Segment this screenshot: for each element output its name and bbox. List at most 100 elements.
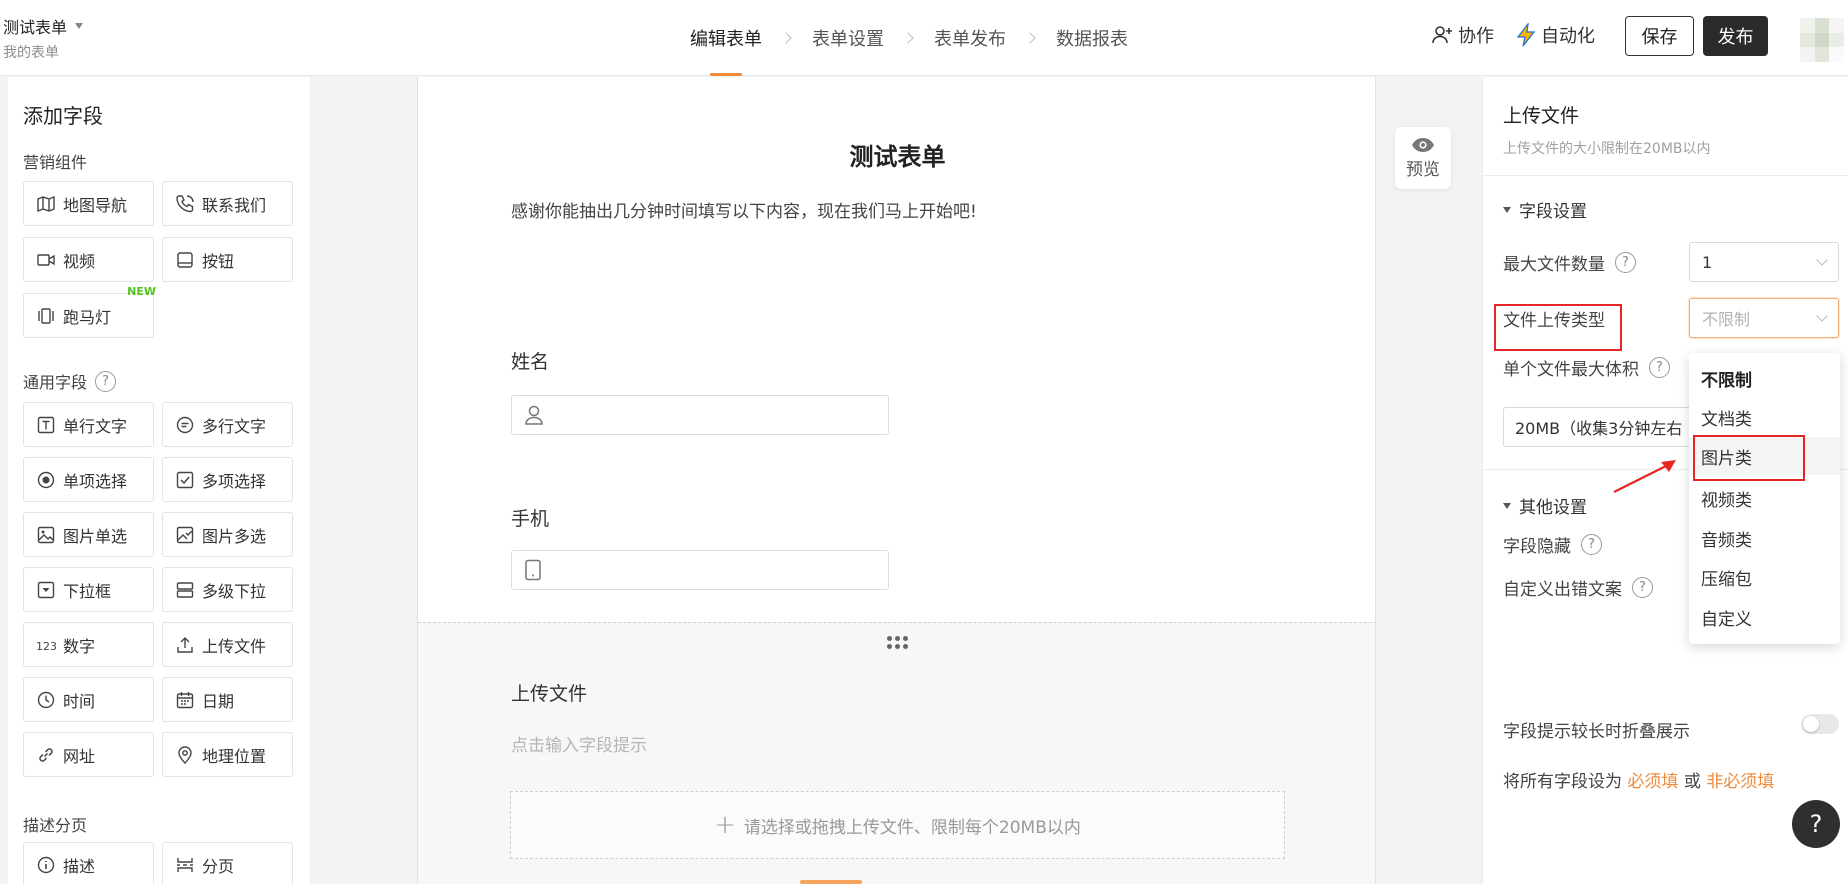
step-edit-form[interactable]: 编辑表单 — [688, 0, 764, 76]
step-form-publish[interactable]: 表单发布 — [932, 0, 1008, 76]
upload-field-label[interactable]: 上传文件 — [511, 679, 587, 706]
option-unlimited[interactable]: 不限制 — [1689, 359, 1840, 397]
max-files-label: 最大文件数量 — [1503, 255, 1605, 275]
help-icon[interactable]: ? — [1649, 357, 1670, 378]
step-form-settings[interactable]: 表单设置 — [810, 0, 886, 76]
collapse-hint-label: 字段提示较长时折叠展示 — [1503, 722, 1690, 742]
link-icon — [39, 747, 53, 762]
file-type-placeholder: 不限制 — [1702, 310, 1751, 329]
preview-label: 预览 — [1406, 159, 1440, 180]
save-button[interactable]: 保存 — [1625, 16, 1694, 56]
required-prefix: 将所有字段设为 — [1503, 772, 1622, 792]
mobile-icon — [525, 559, 541, 581]
field-upload[interactable]: 上传文件 — [162, 622, 293, 667]
group-common-label: 通用字段 — [23, 373, 88, 392]
custom-error-row: 自定义出错文案 ? — [1503, 575, 1653, 600]
field-location[interactable]: 地理位置 — [162, 732, 293, 777]
chevron-right-icon — [1024, 32, 1036, 44]
chevron-right-icon — [902, 32, 914, 44]
divider — [1483, 175, 1848, 176]
collapse-hint-row: 字段提示较长时折叠展示 — [1503, 717, 1690, 742]
field-button[interactable]: 按钮 — [162, 237, 293, 282]
phone-input[interactable] — [511, 550, 889, 590]
field-image-checkbox[interactable]: 图片多选 — [162, 512, 293, 557]
image-checkbox-icon — [176, 526, 194, 543]
option-audio[interactable]: 音频类 — [1689, 519, 1840, 557]
avatar[interactable] — [1800, 18, 1844, 62]
upload-field-block[interactable]: 上传文件 点击输入字段提示 + 请选择或拖拽上传文件、限制每个20MB以内 — [418, 622, 1375, 884]
help-icon[interactable]: ? — [1581, 534, 1602, 555]
max-size-value: 20MB（收集3分钟左右 — [1515, 419, 1683, 438]
form-heading[interactable]: 测试表单 — [418, 137, 1375, 172]
drag-handle-icon[interactable] — [887, 636, 908, 649]
file-type-select[interactable]: 不限制 — [1689, 298, 1839, 338]
field-label: 地理位置 — [202, 746, 267, 766]
field-multi-line-text[interactable]: 多行文字 — [162, 402, 293, 447]
field-label: 单行文字 — [63, 416, 128, 436]
field-single-line-text[interactable]: 单行文字 — [23, 402, 154, 447]
name-field-label[interactable]: 姓名 — [511, 347, 549, 374]
option-documents[interactable]: 文档类 — [1689, 398, 1840, 436]
form-title-switcher[interactable]: 测试表单 — [3, 14, 84, 38]
automation-label: 自动化 — [1541, 26, 1595, 47]
field-settings-label: 字段设置 — [1519, 202, 1587, 222]
upload-dropzone[interactable]: + 请选择或拖拽上传文件、限制每个20MB以内 — [510, 791, 1285, 859]
form-breadcrumb[interactable]: 我的表单 — [3, 42, 59, 62]
form-canvas: 测试表单 感谢你能抽出几分钟时间填写以下内容，现在我们马上开始吧! 姓名 手机 … — [417, 77, 1376, 884]
publish-button[interactable]: 发布 — [1703, 16, 1768, 56]
option-custom[interactable]: 自定义 — [1689, 598, 1840, 636]
field-video[interactable]: 视频 — [23, 237, 154, 282]
field-label: 多项选择 — [202, 471, 267, 491]
field-dropdown[interactable]: 下拉框 — [23, 567, 154, 612]
phone-field-label[interactable]: 手机 — [511, 504, 549, 531]
field-time[interactable]: 时间 — [23, 677, 154, 722]
chevron-down-icon — [1816, 309, 1828, 322]
set-all-optional-link[interactable]: 非必须填 — [1706, 772, 1774, 792]
collaborate-label: 协作 — [1458, 26, 1494, 47]
calendar-icon — [176, 691, 194, 708]
name-input[interactable] — [511, 395, 889, 435]
step-nav: 编辑表单 表单设置 表单发布 数据报表 — [688, 0, 1130, 76]
max-files-select[interactable]: 1 — [1689, 242, 1839, 282]
collapse-hint-toggle[interactable] — [1801, 714, 1839, 734]
number-icon: 123 — [36, 640, 56, 653]
other-settings-section[interactable]: 其他设置 — [1503, 493, 1587, 518]
field-label: 日期 — [202, 691, 235, 711]
annotation-arrow-icon — [1613, 460, 1676, 493]
other-settings-label: 其他设置 — [1519, 498, 1587, 518]
field-image-radio[interactable]: 图片单选 — [23, 512, 154, 557]
step-data-report[interactable]: 数据报表 — [1054, 0, 1130, 76]
field-radio[interactable]: 单项选择 — [23, 457, 154, 502]
field-carousel[interactable]: 跑马灯 NEW — [23, 285, 156, 338]
location-icon — [178, 745, 192, 764]
field-pagination[interactable]: 分页 — [162, 842, 293, 884]
upload-hint-input[interactable]: 点击输入字段提示 — [511, 731, 647, 756]
field-number[interactable]: 123 数字 — [23, 622, 154, 667]
custom-error-label: 自定义出错文案 — [1503, 580, 1622, 600]
automation-button[interactable]: 自动化 — [1515, 22, 1595, 48]
help-icon[interactable]: ? — [1615, 252, 1636, 273]
field-cascade[interactable]: 多级下拉 — [162, 567, 293, 612]
field-checkbox[interactable]: 多项选择 — [162, 457, 293, 502]
field-settings-section[interactable]: 字段设置 — [1503, 197, 1587, 222]
field-url[interactable]: 网址 — [23, 732, 154, 777]
help-fab-button[interactable]: ? — [1792, 800, 1840, 848]
help-icon[interactable]: ? — [1632, 577, 1653, 598]
preview-button[interactable]: 预览 — [1395, 127, 1451, 189]
set-all-required-link[interactable]: 必须填 — [1627, 772, 1678, 792]
top-header: 测试表单 我的表单 编辑表单 表单设置 表单发布 数据报表 协作 自动化 保存 … — [0, 0, 1848, 76]
max-size-label: 单个文件最大体积 — [1503, 360, 1639, 380]
eye-icon — [1412, 137, 1434, 152]
field-description[interactable]: 描述 — [23, 842, 154, 884]
field-map-nav[interactable]: 地图导航 — [23, 181, 154, 226]
field-contact-us[interactable]: 联系我们 — [162, 181, 293, 226]
collaborate-button[interactable]: 协作 — [1430, 22, 1494, 48]
group-marketing-label: 营销组件 — [23, 153, 88, 172]
option-videos[interactable]: 视频类 — [1689, 479, 1840, 517]
help-icon[interactable]: ? — [95, 370, 117, 392]
settings-field-subtitle: 上传文件的大小限制在20MB以内 — [1503, 141, 1711, 157]
field-date[interactable]: 日期 — [162, 677, 293, 722]
option-archives[interactable]: 压缩包 — [1689, 558, 1840, 596]
form-description[interactable]: 感谢你能抽出几分钟时间填写以下内容，现在我们马上开始吧! — [511, 197, 977, 222]
single-line-text-icon — [37, 416, 55, 433]
